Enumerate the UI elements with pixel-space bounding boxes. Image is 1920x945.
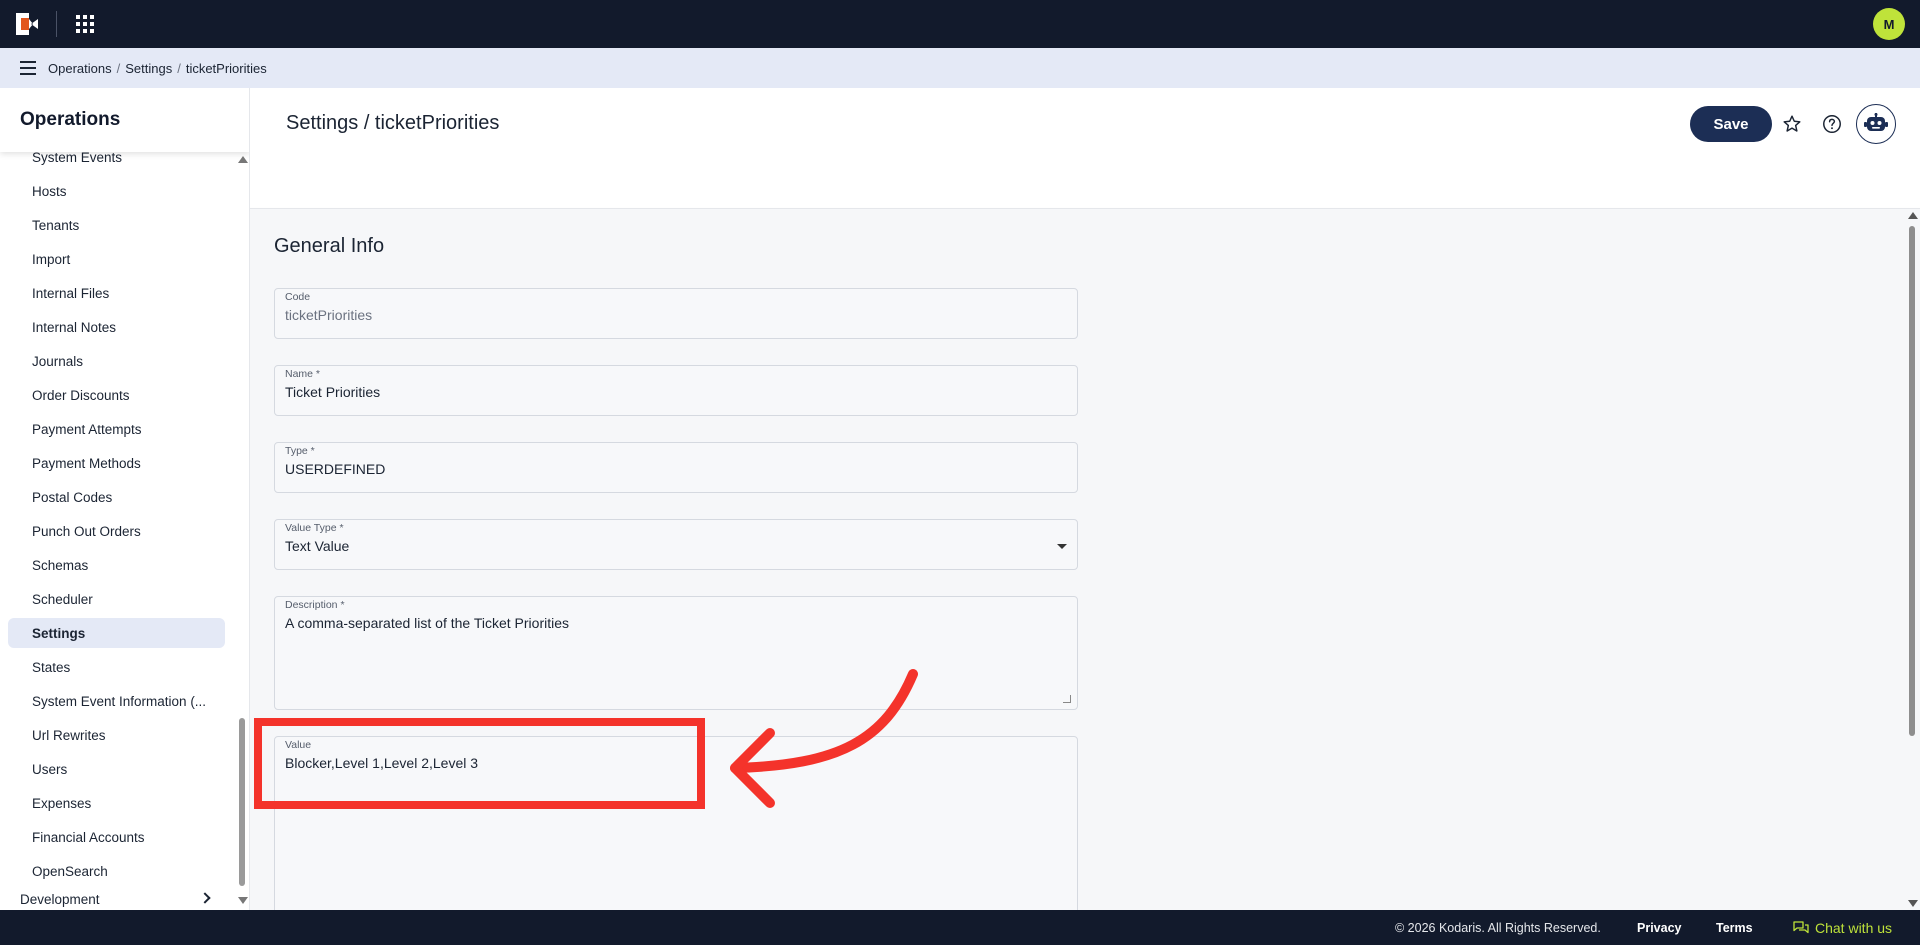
robot-icon — [1864, 113, 1888, 131]
sidebar-item-scheduler[interactable]: Scheduler — [8, 584, 225, 614]
user-avatar[interactable]: M — [1873, 8, 1905, 40]
section-title: General Info — [274, 235, 385, 257]
sidebar-item-schemas[interactable]: Schemas — [8, 550, 225, 580]
sidebar-item-tenants[interactable]: Tenants — [8, 210, 225, 240]
sidebar-item-system-event-information[interactable]: System Event Information (... — [8, 686, 225, 716]
sidebar-item-expenses[interactable]: Expenses — [8, 788, 225, 818]
top-divider — [56, 11, 57, 37]
value-type-value: Text Value — [285, 538, 350, 554]
sidebar-section-development[interactable]: Development — [0, 888, 236, 910]
sidebar-item-url-rewrites[interactable]: Url Rewrites — [8, 720, 225, 750]
type-field-value: USERDEFINED — [285, 461, 386, 477]
sidebar-scrollbar[interactable] — [236, 154, 248, 906]
description-label: Description * — [285, 599, 345, 611]
scrollbar-thumb[interactable] — [1909, 226, 1915, 736]
sidebar-item-states[interactable]: States — [8, 652, 225, 682]
content-scrollbar[interactable] — [1906, 211, 1918, 908]
breadcrumb-operations[interactable]: Operations — [48, 61, 112, 76]
breadcrumb-current: ticketPriorities — [185, 60, 267, 76]
sidebar-item-users[interactable]: Users — [8, 754, 225, 784]
description-textarea[interactable]: Description * A comma-separated list of … — [274, 596, 1078, 710]
sidebar-item-payment-methods[interactable]: Payment Methods — [8, 448, 225, 478]
footer: © 2026 Kodaris. All Rights Reserved. Pri… — [0, 910, 1920, 945]
hamburger-menu-icon[interactable] — [20, 61, 36, 75]
sidebar-item-settings[interactable]: Settings — [8, 618, 225, 648]
value-type-label: Value Type * — [285, 522, 344, 534]
chat-with-us-link[interactable]: Chat with us — [1793, 920, 1892, 936]
annotation-arrow-icon — [730, 669, 918, 808]
top-bar: M — [0, 0, 1920, 48]
terms-link[interactable]: Terms — [1716, 921, 1753, 935]
sidebar-item-payment-attempts[interactable]: Payment Attempts — [8, 414, 225, 444]
breadcrumb-bar: Operations / Settings / ticketPriorities — [0, 48, 1920, 88]
sidebar: Operations System Events Hosts Tenants I… — [0, 88, 250, 910]
scroll-up-arrow-icon[interactable] — [1908, 212, 1918, 219]
page-title: Settings / ticketPriorities — [286, 112, 500, 134]
scrollbar-thumb[interactable] — [239, 718, 245, 886]
scroll-up-arrow-icon[interactable] — [238, 156, 248, 163]
chat-label: Chat with us — [1815, 920, 1893, 936]
breadcrumb-settings[interactable]: Settings — [125, 61, 172, 76]
apps-grid-icon[interactable] — [76, 15, 94, 33]
sidebar-item-financial-accounts[interactable]: Financial Accounts — [8, 822, 225, 852]
breadcrumb: Operations / Settings / ticketPriorities — [48, 48, 267, 88]
code-field-value: ticketPriorities — [285, 307, 373, 323]
ai-assistant-button[interactable] — [1856, 104, 1896, 144]
privacy-link[interactable]: Privacy — [1637, 921, 1681, 935]
help-circle-icon[interactable] — [1821, 113, 1843, 135]
save-button[interactable]: Save — [1690, 106, 1772, 142]
star-icon[interactable] — [1781, 113, 1803, 135]
copyright-text: © 2026 Kodaris. All Rights Reserved. — [1395, 921, 1601, 935]
breadcrumb-separator: / — [116, 60, 121, 76]
sidebar-item-internal-notes[interactable]: Internal Notes — [8, 312, 225, 342]
sidebar-item-opensearch[interactable]: OpenSearch — [8, 856, 225, 886]
code-field[interactable]: Code ticketPriorities — [274, 288, 1078, 339]
scroll-down-arrow-icon[interactable] — [238, 897, 248, 904]
sidebar-item-punch-out-orders[interactable]: Punch Out Orders — [8, 516, 225, 546]
sidebar-item-journals[interactable]: Journals — [8, 346, 225, 376]
description-value: A comma-separated list of the Ticket Pri… — [285, 615, 569, 631]
name-field-label: Name * — [285, 368, 321, 380]
name-field[interactable]: Name * Ticket Priorities — [274, 365, 1078, 416]
sidebar-item-hosts[interactable]: Hosts — [8, 176, 225, 206]
code-field-label: Code — [285, 291, 311, 303]
name-field-value: Ticket Priorities — [285, 384, 381, 400]
resize-handle-icon[interactable] — [1063, 695, 1071, 703]
annotation-highlight-box — [254, 718, 705, 809]
chevron-right-icon — [199, 892, 211, 904]
kodaris-logo-icon[interactable] — [16, 13, 38, 35]
sidebar-title: Operations — [0, 88, 249, 152]
breadcrumb-separator: / — [177, 60, 181, 76]
scroll-down-arrow-icon[interactable] — [1908, 900, 1918, 907]
value-type-select[interactable]: Value Type * Text Value — [274, 519, 1078, 570]
chat-bubble-icon — [1793, 921, 1809, 934]
dropdown-arrow-icon[interactable] — [1057, 544, 1067, 549]
sidebar-item-order-discounts[interactable]: Order Discounts — [8, 380, 225, 410]
sidebar-item-internal-files[interactable]: Internal Files — [8, 278, 225, 308]
type-field[interactable]: Type * USERDEFINED — [274, 442, 1078, 493]
sidebar-item-postal-codes[interactable]: Postal Codes — [8, 482, 225, 512]
sidebar-section-label: Development — [20, 891, 100, 907]
sidebar-item-import[interactable]: Import — [8, 244, 225, 274]
type-field-label: Type * — [285, 445, 315, 457]
